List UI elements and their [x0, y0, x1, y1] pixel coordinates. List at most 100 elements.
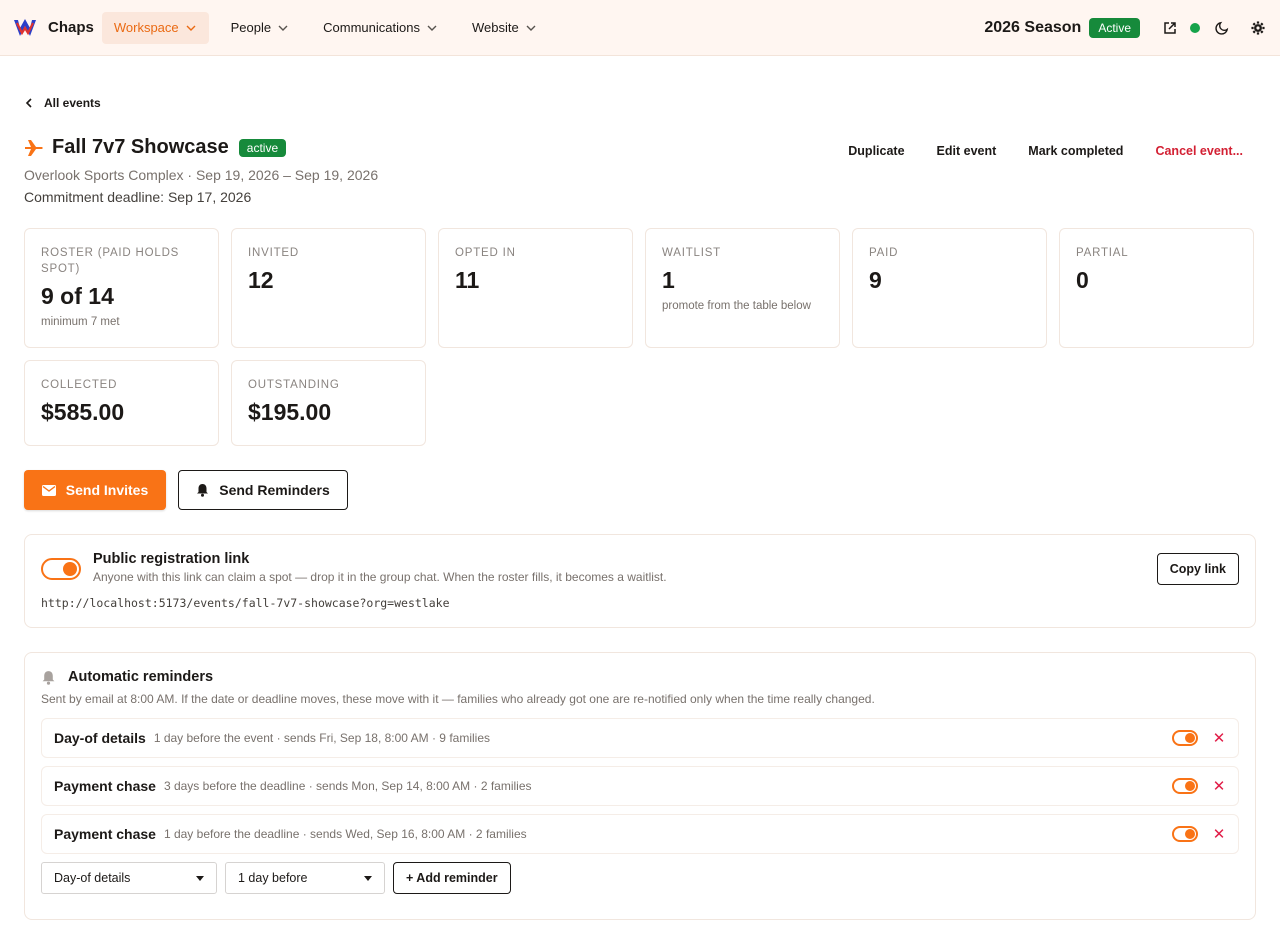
- reminders-title: Automatic reminders: [68, 669, 214, 685]
- event-location-dates: Overlook Sports Complex · Sep 19, 2026 –…: [24, 167, 379, 183]
- reminder-timing-select[interactable]: 1 day before: [225, 862, 385, 894]
- nav-workspace-label: Workspace: [113, 20, 179, 35]
- event-status-badge: active: [238, 138, 287, 157]
- bell-icon: [197, 484, 209, 497]
- reminder-name: Payment chase: [54, 826, 156, 842]
- caret-down-icon: [196, 875, 204, 881]
- back-label: All events: [44, 96, 101, 110]
- stat-label: Partial: [1076, 247, 1129, 259]
- stat-outstanding: Outstanding $195.00: [231, 360, 426, 446]
- reminder-row: Payment chase 3 days before the deadline…: [41, 766, 1239, 806]
- reminder-toggle[interactable]: [1172, 778, 1198, 794]
- chevron-left-icon: [25, 98, 32, 108]
- stat-label: Roster (paid holds spot): [41, 247, 180, 275]
- nav-website[interactable]: Website: [460, 12, 549, 44]
- delete-reminder-icon[interactable]: ✕: [1212, 729, 1226, 747]
- online-status-dot: [1190, 22, 1200, 33]
- registration-title: Public registration link: [93, 551, 250, 567]
- chevron-down-icon: [186, 25, 196, 31]
- nav-people[interactable]: People: [219, 12, 301, 44]
- event-detail-page: All events Fall 7v7 Showcase active Over…: [0, 96, 1280, 920]
- edit-event-button[interactable]: Edit event: [921, 140, 1013, 205]
- reminder-meta: 3 days before the deadline · sends Mon, …: [163, 779, 532, 793]
- nav-website-label: Website: [471, 20, 519, 35]
- nav-communications-label: Communications: [323, 20, 420, 35]
- stat-partial: Partial 0: [1059, 228, 1254, 348]
- stat-value: 9: [869, 267, 882, 293]
- stat-value: 9 of 14: [41, 283, 114, 309]
- delete-reminder-icon[interactable]: ✕: [1212, 825, 1226, 843]
- reminder-toggle[interactable]: [1172, 826, 1198, 842]
- stat-paid: Paid 9: [852, 228, 1047, 348]
- stat-value: 12: [248, 267, 274, 293]
- envelope-icon: [41, 484, 56, 496]
- stat-label: Paid: [869, 247, 899, 259]
- send-reminders-label: Send Reminders: [219, 482, 330, 498]
- registration-toggle[interactable]: [41, 558, 81, 580]
- caret-down-icon: [364, 875, 372, 881]
- stat-roster: Roster (paid holds spot) 9 of 14 minimum…: [24, 228, 219, 348]
- nav-communications[interactable]: Communications: [311, 12, 450, 44]
- event-title: Fall 7v7 Showcase: [52, 136, 229, 158]
- add-reminder-button[interactable]: + Add reminder: [393, 862, 511, 894]
- automatic-reminders-card: Automatic reminders Sent by email at 8:0…: [24, 652, 1256, 920]
- back-to-events-link[interactable]: All events: [24, 96, 1256, 110]
- stat-label: Collected: [41, 379, 118, 391]
- duplicate-button[interactable]: Duplicate: [832, 140, 920, 205]
- season-status-badge: Active: [1089, 17, 1140, 38]
- reminder-name: Day-of details: [54, 730, 146, 746]
- reminder-type-value: Day-of details: [54, 871, 131, 885]
- stat-opted-in: Opted in 11: [438, 228, 633, 348]
- stat-label: Waitlist: [662, 247, 722, 259]
- stat-note: promote from the table below: [662, 300, 811, 312]
- nav-people-label: People: [230, 20, 272, 35]
- stat-value: $585.00: [41, 399, 125, 425]
- reminder-meta: 1 day before the deadline · sends Wed, S…: [163, 827, 527, 841]
- stat-invited: Invited 12: [231, 228, 426, 348]
- stat-collected: Collected $585.00: [24, 360, 219, 446]
- bell-icon: [42, 670, 55, 685]
- copy-link-button[interactable]: Copy link: [1156, 553, 1239, 585]
- reminders-description: Sent by email at 8:00 AM. If the date or…: [41, 692, 875, 706]
- chevron-down-icon: [526, 25, 536, 31]
- stat-value: 0: [1076, 267, 1089, 293]
- send-invites-label: Send Invites: [65, 482, 149, 498]
- reminder-row: Day-of details 1 day before the event · …: [41, 718, 1239, 758]
- plane-icon: [25, 139, 43, 156]
- brand-name[interactable]: Chaps: [48, 19, 94, 36]
- reminder-meta: 1 day before the event · sends Fri, Sep …: [153, 731, 490, 745]
- external-link-icon[interactable]: [1160, 18, 1180, 38]
- moon-icon[interactable]: [1212, 18, 1232, 38]
- send-invites-button[interactable]: Send Invites: [24, 470, 166, 510]
- stat-value: 1: [662, 267, 675, 293]
- reminder-timing-value: 1 day before: [238, 871, 308, 885]
- chevron-down-icon: [278, 25, 288, 31]
- team-logo-icon[interactable]: [12, 15, 38, 41]
- stat-label: Outstanding: [248, 379, 340, 391]
- chevron-down-icon: [427, 25, 437, 31]
- send-reminders-button[interactable]: Send Reminders: [178, 470, 348, 510]
- reminders-list: Day-of details 1 day before the event · …: [41, 718, 1239, 854]
- commitment-deadline: Commitment deadline: Sep 17, 2026: [24, 189, 252, 205]
- delete-reminder-icon[interactable]: ✕: [1212, 777, 1226, 795]
- stat-value: $195.00: [248, 399, 332, 425]
- season-name[interactable]: 2026 Season: [984, 19, 1081, 37]
- nav-workspace[interactable]: Workspace: [101, 11, 209, 44]
- cancel-event-button[interactable]: Cancel event...: [1139, 140, 1256, 205]
- registration-url[interactable]: http://localhost:5173/events/fall-7v7-sh…: [41, 596, 450, 610]
- event-stats: Roster (paid holds spot) 9 of 14 minimum…: [24, 228, 1256, 446]
- stat-value: 11: [455, 267, 480, 293]
- top-nav: Chaps Workspace People Communications We…: [0, 0, 1280, 56]
- public-registration-card: Public registration link Anyone with thi…: [24, 534, 1256, 628]
- registration-description: Anyone with this link can claim a spot —…: [93, 570, 667, 584]
- reminder-name: Payment chase: [54, 778, 156, 794]
- stat-note: minimum 7 met: [41, 316, 120, 328]
- reminder-type-select[interactable]: Day-of details: [41, 862, 217, 894]
- gear-icon[interactable]: [1248, 18, 1268, 38]
- stat-waitlist: Waitlist 1 promote from the table below: [645, 228, 840, 348]
- reminder-row: Payment chase 1 day before the deadline …: [41, 814, 1239, 854]
- stat-label: Invited: [248, 247, 299, 259]
- reminder-toggle[interactable]: [1172, 730, 1198, 746]
- mark-completed-button[interactable]: Mark completed: [1012, 140, 1139, 205]
- stat-label: Opted in: [455, 247, 516, 259]
